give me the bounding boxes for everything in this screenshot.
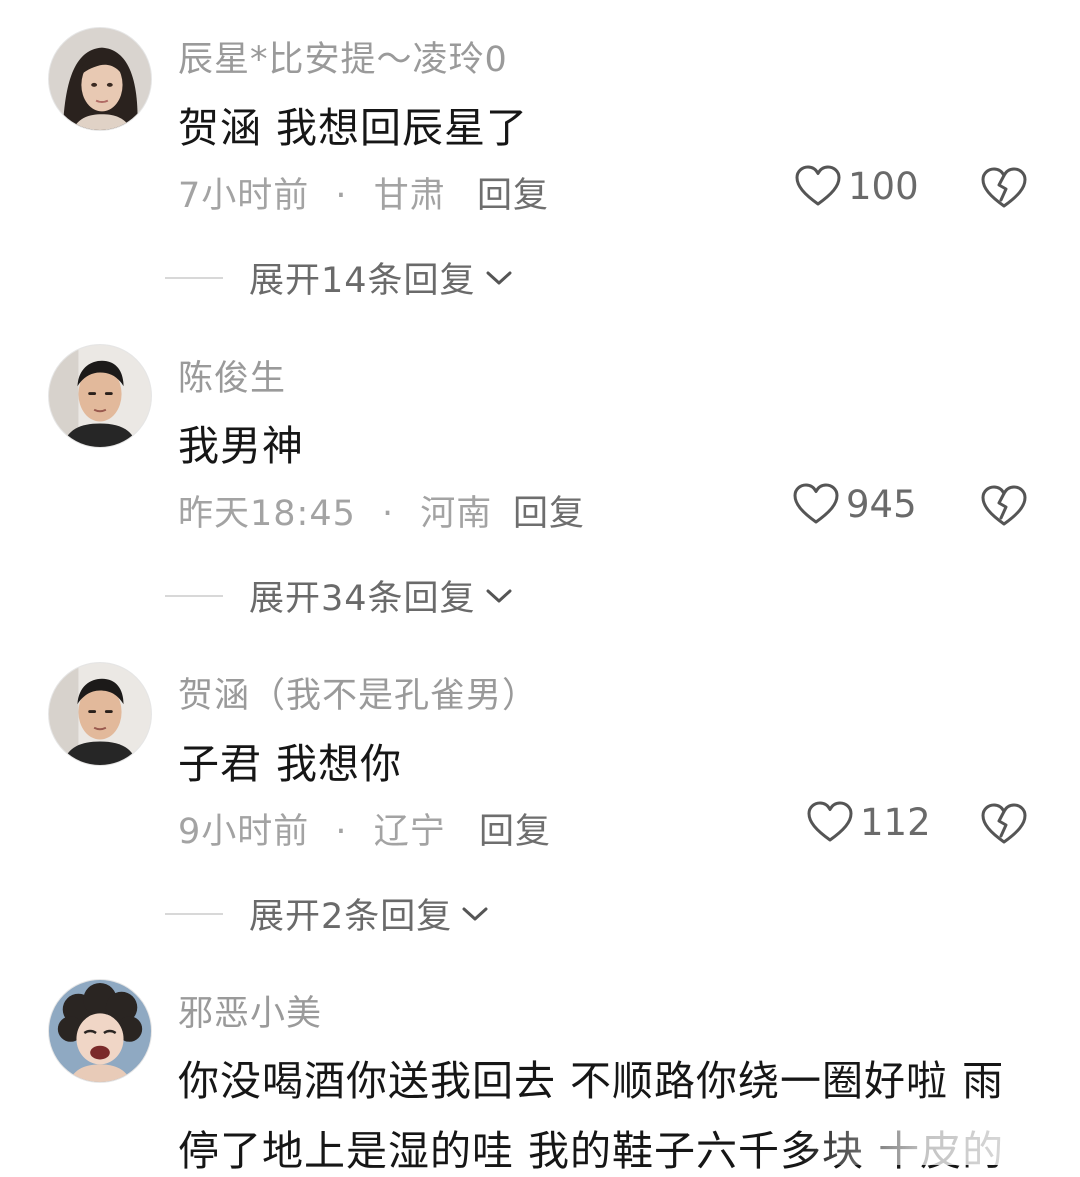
like-button[interactable]: 945 (792, 482, 917, 526)
curly-hair-avatar (49, 980, 151, 1082)
like-button[interactable]: 112 (806, 800, 931, 844)
comment-location: 甘肃 (373, 176, 446, 216)
text-fade-overlay (800, 1110, 1080, 1165)
like-count: 945 (846, 482, 917, 526)
comment-text: 我男神 (178, 422, 304, 470)
man-avatar (49, 663, 151, 765)
expand-replies-label: 展开14条回复 (249, 261, 476, 301)
comment-text: 子君 我想你 (178, 740, 403, 788)
chevron-down-icon (462, 907, 488, 920)
dislike-button[interactable] (980, 164, 1028, 210)
reply-button[interactable]: 回复 (513, 485, 585, 536)
expand-replies-label: 展开34条回复 (249, 579, 476, 619)
dislike-button[interactable] (980, 482, 1028, 528)
user-avatar[interactable] (48, 979, 152, 1083)
expand-replies-button[interactable]: 展开14条回复 (165, 252, 514, 303)
comment-time: 9小时前 (178, 812, 310, 852)
comment-meta: 7小时前 · 甘肃 (178, 167, 446, 218)
woman-avatar (49, 28, 151, 130)
comment-meta: 昨天18:45 · 河南 (178, 485, 492, 536)
like-count: 112 (860, 800, 931, 844)
username[interactable]: 陈俊生 (178, 350, 286, 401)
user-avatar[interactable] (48, 662, 152, 766)
meta-separator: · (382, 494, 395, 534)
heart-outline-icon (807, 801, 853, 842)
comment-location: 河南 (420, 494, 493, 534)
comment-meta: 9小时前 · 辽宁 (178, 803, 446, 854)
user-avatar[interactable] (48, 344, 152, 448)
reply-button[interactable]: 回复 (479, 803, 551, 854)
meta-separator: · (335, 176, 348, 216)
expand-divider (165, 276, 223, 279)
username[interactable]: 邪恶小美 (178, 985, 322, 1036)
expand-replies-button[interactable]: 展开2条回复 (165, 888, 490, 939)
reply-button[interactable]: 回复 (477, 167, 549, 218)
expand-divider (165, 912, 223, 915)
broken-heart-icon (981, 167, 1027, 208)
man-avatar (49, 345, 151, 447)
heart-outline-icon (795, 165, 841, 206)
comment-time: 7小时前 (178, 176, 310, 216)
expand-replies-button[interactable]: 展开34条回复 (165, 570, 514, 621)
broken-heart-icon (981, 485, 1027, 526)
heart-outline-icon (793, 483, 839, 524)
broken-heart-icon (981, 803, 1027, 844)
chevron-down-icon (486, 589, 512, 602)
comment-time: 昨天18:45 (178, 494, 356, 534)
username[interactable]: 贺涵（我不是孔雀男） (178, 667, 538, 718)
like-count: 100 (848, 164, 919, 208)
dislike-button[interactable] (980, 800, 1028, 846)
chevron-down-icon (486, 271, 512, 284)
comment-text: 贺涵 我想回辰星了 (178, 104, 529, 152)
expand-replies-label: 展开2条回复 (249, 897, 453, 937)
meta-separator: · (335, 812, 348, 852)
like-button[interactable]: 100 (794, 164, 919, 208)
expand-divider (165, 594, 223, 597)
user-avatar[interactable] (48, 27, 152, 131)
comment-text-line: 你没喝酒你送我回去 不顺路你绕一圈好啦 雨 (178, 1057, 1005, 1105)
comment-location: 辽宁 (373, 812, 446, 852)
username[interactable]: 辰星*比安提～凌玲0 (178, 31, 508, 82)
